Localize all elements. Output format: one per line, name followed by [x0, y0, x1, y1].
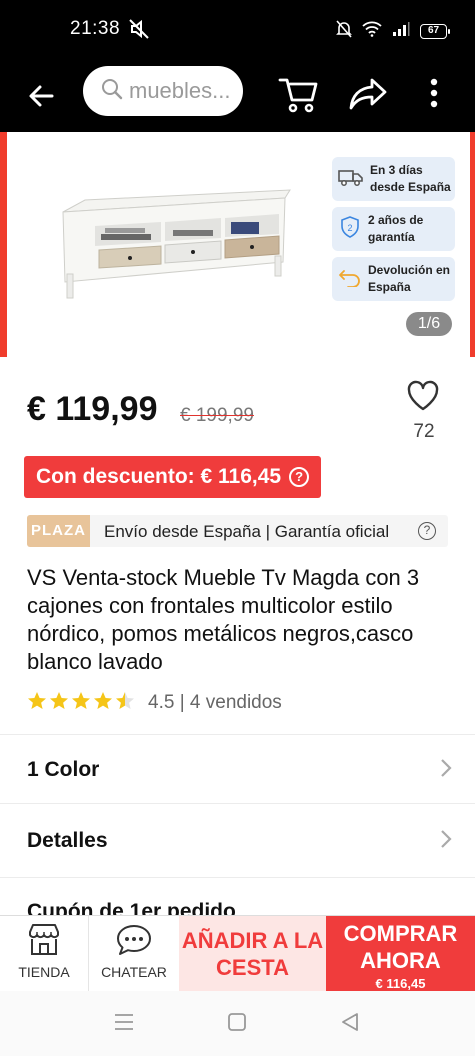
product-image-gallery[interactable]: En 3 días desde España 2 2 años de garan… [0, 132, 475, 357]
back-triangle-icon[interactable] [340, 1012, 360, 1037]
more-options-icon[interactable] [428, 74, 440, 119]
divider [0, 734, 475, 735]
heart-icon[interactable] [405, 380, 441, 417]
chat-label: CHATEAR [101, 964, 167, 980]
cart-icon[interactable] [278, 72, 318, 121]
current-price: € 119,99 [27, 390, 158, 428]
product-title: VS Venta-stock Mueble Tv Magda con 3 caj… [27, 565, 420, 674]
wifi-icon [362, 21, 382, 42]
share-icon[interactable] [348, 74, 388, 119]
truck-icon [338, 167, 364, 192]
star-rating[interactable] [27, 690, 135, 712]
feature-return-text: Devolución en España [368, 263, 451, 294]
top-navigation-bar: muebles... [0, 60, 475, 132]
feature-delivery-text: En 3 días desde España [370, 163, 451, 194]
chat-button[interactable]: CHATEAR [89, 916, 179, 992]
feature-delivery: En 3 días desde España [332, 157, 455, 201]
details-row-label: Detalles [27, 829, 108, 852]
search-input[interactable]: muebles... [83, 66, 243, 116]
system-navigation-bar [0, 991, 475, 1056]
store-button[interactable]: TIENDA [0, 916, 89, 992]
buy-now-button[interactable]: COMPRAR AHORA € 116,45 [326, 916, 475, 992]
bell-off-icon [336, 20, 352, 43]
battery-icon: 67 [420, 24, 450, 39]
rating-text: 4.5 | 4 vendidos [148, 692, 282, 713]
color-row-label: 1 Color [27, 758, 100, 781]
divider [0, 803, 475, 804]
shield-number: 2 [347, 223, 352, 233]
gallery-edge-left [0, 132, 7, 357]
add-to-cart-button[interactable]: AÑADIR A LA CESTA [179, 916, 326, 992]
gallery-edge-right [470, 132, 475, 357]
status-bar: 21:38 67 [0, 0, 475, 60]
mute-icon [128, 18, 150, 45]
chevron-right-icon [440, 758, 452, 783]
discount-badge[interactable]: Con descuento: € 116,45 ? [24, 456, 321, 498]
feature-warranty: 2 2 años de garantía [332, 207, 455, 251]
plaza-text: Envío desde España | Garantía oficial [104, 522, 390, 541]
return-icon [338, 267, 362, 292]
recent-apps-icon[interactable] [113, 1013, 135, 1036]
signal-icon [392, 21, 410, 42]
details-row[interactable]: Detalles [27, 821, 452, 861]
plaza-tag: PLAZA [27, 515, 90, 547]
search-icon [101, 78, 123, 105]
shield-icon: 2 [338, 215, 362, 244]
original-price: € 199,99 [180, 405, 254, 426]
chevron-right-icon [440, 829, 452, 854]
status-time: 21:38 [70, 18, 121, 39]
image-counter: 1/6 [406, 312, 452, 336]
discount-label: Con descuento: € 116,45 [36, 465, 282, 488]
plaza-banner[interactable]: PLAZA Envío desde España | Garantía ofic… [27, 515, 448, 547]
product-image [55, 182, 295, 307]
stars-icon [28, 692, 134, 709]
help-icon[interactable]: ? [289, 467, 310, 487]
back-arrow-icon[interactable] [22, 76, 62, 116]
buy-now-label: COMPRAR AHORA [343, 921, 458, 973]
feature-return: Devolución en España [332, 257, 455, 301]
store-label: TIENDA [18, 964, 70, 980]
bottom-action-bar: TIENDA CHATEAR AÑADIR A LA CESTA COMPRAR… [0, 915, 475, 992]
wishlist-count: 72 [413, 421, 435, 442]
buy-now-price: € 116,45 [375, 976, 426, 991]
chat-icon [115, 922, 153, 963]
color-row[interactable]: 1 Color [27, 750, 452, 790]
store-icon [26, 922, 62, 963]
feature-warranty-text: 2 años de garantía [368, 213, 424, 244]
home-icon[interactable] [227, 1012, 247, 1037]
divider [0, 877, 475, 878]
search-query: muebles... [129, 78, 231, 103]
plaza-help-icon[interactable]: ? [418, 522, 436, 540]
